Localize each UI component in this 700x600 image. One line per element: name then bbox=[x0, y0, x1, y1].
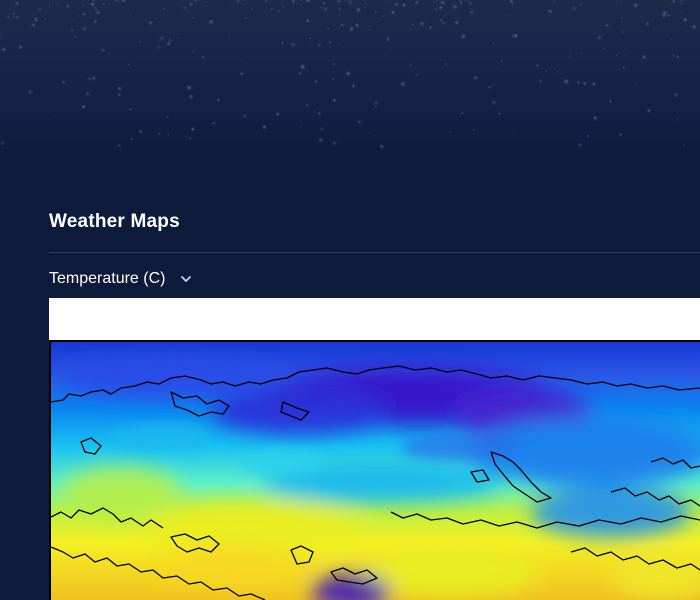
chevron-down-icon[interactable] bbox=[179, 272, 193, 286]
temperature-map[interactable] bbox=[49, 340, 700, 600]
hero-banner bbox=[0, 0, 700, 190]
variable-dropdown[interactable]: Temperature (C) bbox=[49, 268, 193, 290]
divider bbox=[49, 252, 700, 253]
dropdown-label: Temperature (C) bbox=[49, 270, 166, 287]
weather-map[interactable] bbox=[49, 298, 700, 600]
map-svg bbox=[50, 342, 700, 600]
map-header-bar bbox=[49, 298, 700, 340]
rain-droplets-image bbox=[0, 0, 698, 151]
page-title: Weather Maps bbox=[49, 211, 180, 232]
